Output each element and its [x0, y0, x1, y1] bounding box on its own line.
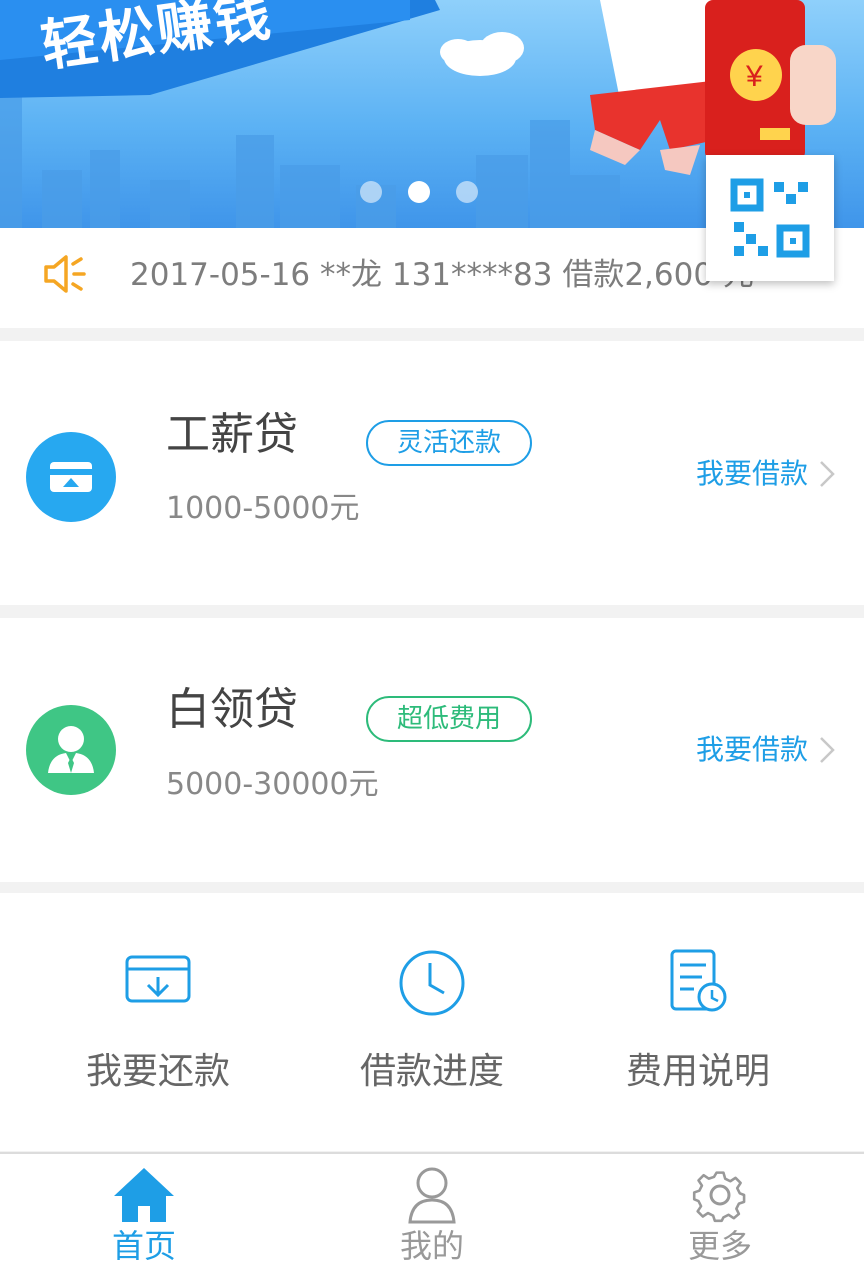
loan-name: 白领贷 — [166, 684, 298, 735]
document-clock-icon — [670, 949, 727, 1012]
carousel-dot[interactable] — [456, 181, 478, 203]
loan-range: 1000-5000元 — [166, 491, 360, 526]
carousel-dot[interactable] — [360, 181, 382, 203]
tab-label: 首页 — [111, 1227, 176, 1265]
feature-fees[interactable]: 费用说明 — [554, 893, 842, 1151]
card-upload-icon — [26, 432, 116, 522]
loan-card-white-collar[interactable]: 白领贷 超低费用 5000-30000元 我要借款 — [0, 618, 864, 882]
loan-tag: 超低费用 — [366, 696, 532, 742]
feature-grid: 我要还款 借款进度 费用说明 — [0, 893, 864, 1151]
feature-label: 借款进度 — [359, 1051, 504, 1092]
feature-repay[interactable]: 我要还款 — [14, 893, 302, 1151]
loan-range: 5000-30000元 — [166, 767, 379, 802]
notice-text: 2017-05-16 **龙 131****83 借款2,600 元 — [130, 257, 754, 293]
chevron-right-icon — [820, 737, 835, 763]
tab-home[interactable]: 首页 — [0, 1154, 288, 1280]
carousel-dot-active[interactable] — [408, 181, 430, 203]
white-collar-person-icon — [26, 705, 116, 795]
carousel-dots[interactable] — [360, 181, 478, 203]
loan-card-salary[interactable]: 工薪贷 灵活还款 1000-5000元 我要借款 — [0, 341, 864, 605]
gear-icon — [692, 1171, 746, 1223]
tab-mine[interactable]: 我的 — [288, 1154, 576, 1280]
clock-icon — [399, 950, 465, 1016]
chevron-right-icon — [820, 461, 835, 487]
borrow-link[interactable]: 我要借款 — [696, 454, 808, 494]
borrow-link[interactable]: 我要借款 — [696, 730, 808, 770]
tab-more[interactable]: 更多 — [576, 1154, 864, 1280]
speaker-icon — [42, 252, 88, 300]
tab-label: 更多 — [687, 1227, 752, 1265]
qr-code-icon — [730, 178, 810, 258]
feature-label: 我要还款 — [85, 1051, 230, 1092]
feature-progress[interactable]: 借款进度 — [288, 893, 576, 1151]
feature-label: 费用说明 — [625, 1051, 770, 1092]
tab-label: 我的 — [399, 1227, 464, 1265]
loan-name: 工薪贷 — [166, 409, 298, 460]
person-icon — [408, 1167, 456, 1224]
repay-card-icon — [125, 955, 191, 1003]
home-icon — [114, 1168, 174, 1222]
bottom-tab-bar: 首页 我的 更多 — [0, 1152, 864, 1280]
svg-text:¥: ¥ — [745, 60, 763, 93]
qr-code-button[interactable] — [706, 155, 834, 281]
loan-tag: 灵活还款 — [366, 420, 532, 466]
